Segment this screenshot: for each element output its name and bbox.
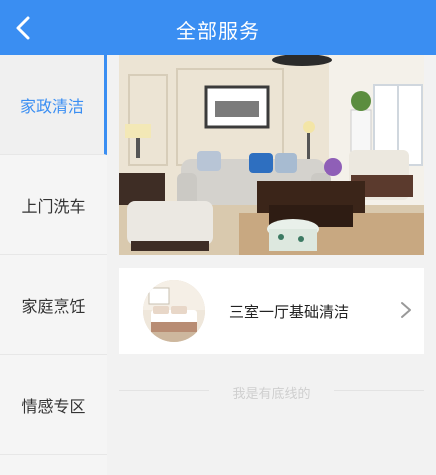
service-title: 三室一厅基础清洁 <box>229 303 350 321</box>
sidebar-item-emotion-zone[interactable]: 情感专区 <box>0 355 107 455</box>
sidebar-item-housekeeping[interactable]: 家政清洁 <box>0 55 107 155</box>
sidebar-item-label: 家政清洁 <box>19 96 84 116</box>
chevron-right-icon[interactable] <box>398 300 414 320</box>
sidebar-item-label: 上门洗车 <box>21 196 86 216</box>
end-of-list-text: 我是有底线的 <box>232 387 311 402</box>
page-title: 全部服务 <box>176 19 260 43</box>
sidebar-item-home-cooking[interactable]: 家庭烹饪 <box>0 255 107 355</box>
sidebar: 家政清洁 上门洗车 家庭烹饪 情感专区 <box>0 55 107 475</box>
sidebar-item-car-wash[interactable]: 上门洗车 <box>0 155 107 255</box>
top-bar: 全部服务 <box>0 0 436 55</box>
banner-image[interactable] <box>119 55 424 255</box>
living-room-illustration <box>119 55 424 255</box>
sidebar-item-label: 家庭烹饪 <box>21 296 86 316</box>
sidebar-item-label: 情感专区 <box>21 396 86 416</box>
service-card[interactable]: 三室一厅基础清洁 <box>119 268 424 354</box>
content-area: 三室一厅基础清洁 我是有底线的 <box>107 55 436 475</box>
service-thumbnail <box>143 280 205 342</box>
bedroom-image <box>143 280 205 342</box>
end-of-list-indicator: 我是有底线的 <box>119 378 424 402</box>
